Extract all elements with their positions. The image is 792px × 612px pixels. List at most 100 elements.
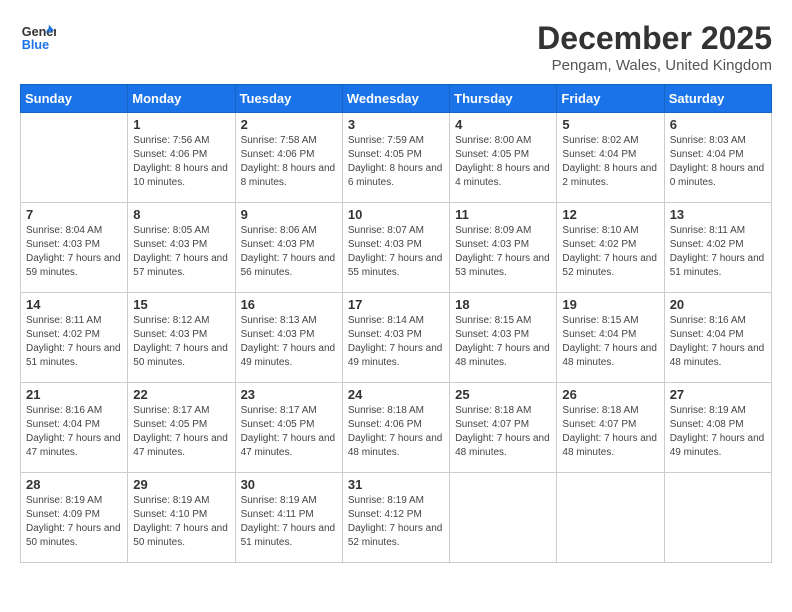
week-row-4: 21 Sunrise: 8:16 AMSunset: 4:04 PMDayligh… xyxy=(21,383,772,473)
day-info: Sunrise: 8:09 AMSunset: 4:03 PMDaylight:… xyxy=(455,224,551,280)
calendar-table: Sunday Monday Tuesday Wednesday Thursday… xyxy=(20,84,772,563)
day-number: 31 xyxy=(348,477,444,492)
calendar-cell: 6Sunrise: 8:03 AMSunset: 4:04 PMDaylight… xyxy=(664,113,771,203)
day-number: 16 xyxy=(241,297,337,312)
day-number: 5 xyxy=(562,117,658,132)
day-info: Sunrise: 8:03 AMSunset: 4:04 PMDaylight:… xyxy=(670,134,766,190)
calendar-cell: 17 Sunrise: 8:14 AMSunset: 4:03 PMDayligh… xyxy=(342,293,449,383)
day-info: Sunrise: 8:19 AMSunset: 4:09 PMDaylight:… xyxy=(26,494,122,550)
day-info: Sunrise: 8:17 AMSunset: 4:05 PMDaylight:… xyxy=(241,404,337,460)
calendar-cell: 20 Sunrise: 8:16 AMSunset: 4:04 PMDayligh… xyxy=(664,293,771,383)
calendar-cell: 23 Sunrise: 8:17 AMSunset: 4:05 PMDayligh… xyxy=(235,383,342,473)
day-number: 26 xyxy=(562,387,658,402)
calendar-cell xyxy=(664,473,771,563)
day-number: 14 xyxy=(26,297,122,312)
day-number: 8 xyxy=(133,207,229,222)
day-info: Sunrise: 8:02 AMSunset: 4:04 PMDaylight:… xyxy=(562,134,658,190)
calendar-cell: 13 Sunrise: 8:11 AMSunset: 4:02 PMDayligh… xyxy=(664,203,771,293)
month-year-title: December 2025 xyxy=(537,20,772,57)
col-monday: Monday xyxy=(128,85,235,113)
day-number: 2 xyxy=(241,117,337,132)
day-info: Sunrise: 8:14 AMSunset: 4:03 PMDaylight:… xyxy=(348,314,444,370)
day-info: Sunrise: 7:59 AMSunset: 4:05 PMDaylight:… xyxy=(348,134,444,190)
calendar-cell: 15 Sunrise: 8:12 AMSunset: 4:03 PMDayligh… xyxy=(128,293,235,383)
col-saturday: Saturday xyxy=(664,85,771,113)
day-number: 20 xyxy=(670,297,766,312)
calendar-cell xyxy=(450,473,557,563)
calendar-cell: 26 Sunrise: 8:18 AMSunset: 4:07 PMDayligh… xyxy=(557,383,664,473)
calendar-cell xyxy=(21,113,128,203)
calendar-cell: 21 Sunrise: 8:16 AMSunset: 4:04 PMDayligh… xyxy=(21,383,128,473)
week-row-5: 28 Sunrise: 8:19 AMSunset: 4:09 PMDayligh… xyxy=(21,473,772,563)
week-row-2: 7 Sunrise: 8:04 AMSunset: 4:03 PMDaylight… xyxy=(21,203,772,293)
calendar-cell: 31 Sunrise: 8:19 AMSunset: 4:12 PMDayligh… xyxy=(342,473,449,563)
day-number: 17 xyxy=(348,297,444,312)
calendar-cell: 24 Sunrise: 8:18 AMSunset: 4:06 PMDayligh… xyxy=(342,383,449,473)
calendar-cell: 18Sunrise: 8:15 AMSunset: 4:03 PMDayligh… xyxy=(450,293,557,383)
calendar-cell: 9Sunrise: 8:06 AMSunset: 4:03 PMDaylight… xyxy=(235,203,342,293)
col-thursday: Thursday xyxy=(450,85,557,113)
calendar-cell: 30Sunrise: 8:19 AMSunset: 4:11 PMDayligh… xyxy=(235,473,342,563)
day-info: Sunrise: 8:04 AMSunset: 4:03 PMDaylight:… xyxy=(26,224,122,280)
day-number: 28 xyxy=(26,477,122,492)
day-number: 19 xyxy=(562,297,658,312)
col-sunday: Sunday xyxy=(21,85,128,113)
day-info: Sunrise: 8:18 AMSunset: 4:06 PMDaylight:… xyxy=(348,404,444,460)
calendar-cell: 8 Sunrise: 8:05 AMSunset: 4:03 PMDaylight… xyxy=(128,203,235,293)
col-tuesday: Tuesday xyxy=(235,85,342,113)
day-number: 13 xyxy=(670,207,766,222)
week-row-1: 1Sunrise: 7:56 AMSunset: 4:06 PMDaylight… xyxy=(21,113,772,203)
day-info: Sunrise: 8:13 AMSunset: 4:03 PMDaylight:… xyxy=(241,314,337,370)
day-info: Sunrise: 7:56 AMSunset: 4:06 PMDaylight:… xyxy=(133,134,229,190)
day-info: Sunrise: 8:11 AMSunset: 4:02 PMDaylight:… xyxy=(26,314,122,370)
day-number: 7 xyxy=(26,207,122,222)
calendar-cell: 28 Sunrise: 8:19 AMSunset: 4:09 PMDayligh… xyxy=(21,473,128,563)
calendar-cell: 11 Sunrise: 8:09 AMSunset: 4:03 PMDayligh… xyxy=(450,203,557,293)
day-info: Sunrise: 8:19 AMSunset: 4:11 PMDaylight:… xyxy=(241,494,337,550)
calendar-cell: 14 Sunrise: 8:11 AMSunset: 4:02 PMDayligh… xyxy=(21,293,128,383)
day-info: Sunrise: 8:10 AMSunset: 4:02 PMDaylight:… xyxy=(562,224,658,280)
day-number: 12 xyxy=(562,207,658,222)
day-info: Sunrise: 8:16 AMSunset: 4:04 PMDaylight:… xyxy=(26,404,122,460)
col-friday: Friday xyxy=(557,85,664,113)
day-number: 15 xyxy=(133,297,229,312)
week-row-3: 14 Sunrise: 8:11 AMSunset: 4:02 PMDayligh… xyxy=(21,293,772,383)
day-info: Sunrise: 8:17 AMSunset: 4:05 PMDaylight:… xyxy=(133,404,229,460)
title-section: December 2025 Pengam, Wales, United King… xyxy=(537,20,772,74)
day-info: Sunrise: 8:05 AMSunset: 4:03 PMDaylight:… xyxy=(133,224,229,280)
page-header: General Blue December 2025 Pengam, Wales… xyxy=(20,20,772,74)
calendar-cell: 5 Sunrise: 8:02 AMSunset: 4:04 PMDaylight… xyxy=(557,113,664,203)
day-number: 21 xyxy=(26,387,122,402)
location-subtitle: Pengam, Wales, United Kingdom xyxy=(537,57,772,74)
calendar-cell: 3 Sunrise: 7:59 AMSunset: 4:05 PMDaylight… xyxy=(342,113,449,203)
calendar-cell: 7 Sunrise: 8:04 AMSunset: 4:03 PMDaylight… xyxy=(21,203,128,293)
day-info: Sunrise: 8:18 AMSunset: 4:07 PMDaylight:… xyxy=(562,404,658,460)
day-info: Sunrise: 8:19 AMSunset: 4:12 PMDaylight:… xyxy=(348,494,444,550)
day-number: 25 xyxy=(455,387,551,402)
calendar-cell: 22Sunrise: 8:17 AMSunset: 4:05 PMDayligh… xyxy=(128,383,235,473)
day-info: Sunrise: 8:19 AMSunset: 4:08 PMDaylight:… xyxy=(670,404,766,460)
day-number: 9 xyxy=(241,207,337,222)
day-info: Sunrise: 8:12 AMSunset: 4:03 PMDaylight:… xyxy=(133,314,229,370)
day-info: Sunrise: 8:00 AMSunset: 4:05 PMDaylight:… xyxy=(455,134,551,190)
day-number: 10 xyxy=(348,207,444,222)
day-info: Sunrise: 8:11 AMSunset: 4:02 PMDaylight:… xyxy=(670,224,766,280)
day-info: Sunrise: 8:15 AMSunset: 4:04 PMDaylight:… xyxy=(562,314,658,370)
calendar-cell xyxy=(557,473,664,563)
day-info: Sunrise: 8:07 AMSunset: 4:03 PMDaylight:… xyxy=(348,224,444,280)
svg-text:Blue: Blue xyxy=(22,38,49,52)
calendar-cell: 16 Sunrise: 8:13 AMSunset: 4:03 PMDayligh… xyxy=(235,293,342,383)
calendar-cell: 2Sunrise: 7:58 AMSunset: 4:06 PMDaylight… xyxy=(235,113,342,203)
day-number: 27 xyxy=(670,387,766,402)
day-number: 11 xyxy=(455,207,551,222)
day-number: 23 xyxy=(241,387,337,402)
logo-icon: General Blue xyxy=(20,20,56,56)
day-number: 3 xyxy=(348,117,444,132)
calendar-cell: 29Sunrise: 8:19 AMSunset: 4:10 PMDayligh… xyxy=(128,473,235,563)
day-number: 24 xyxy=(348,387,444,402)
calendar-header-row: Sunday Monday Tuesday Wednesday Thursday… xyxy=(21,85,772,113)
calendar-cell: 25 Sunrise: 8:18 AMSunset: 4:07 PMDayligh… xyxy=(450,383,557,473)
day-info: Sunrise: 8:16 AMSunset: 4:04 PMDaylight:… xyxy=(670,314,766,370)
day-info: Sunrise: 8:18 AMSunset: 4:07 PMDaylight:… xyxy=(455,404,551,460)
day-number: 4 xyxy=(455,117,551,132)
